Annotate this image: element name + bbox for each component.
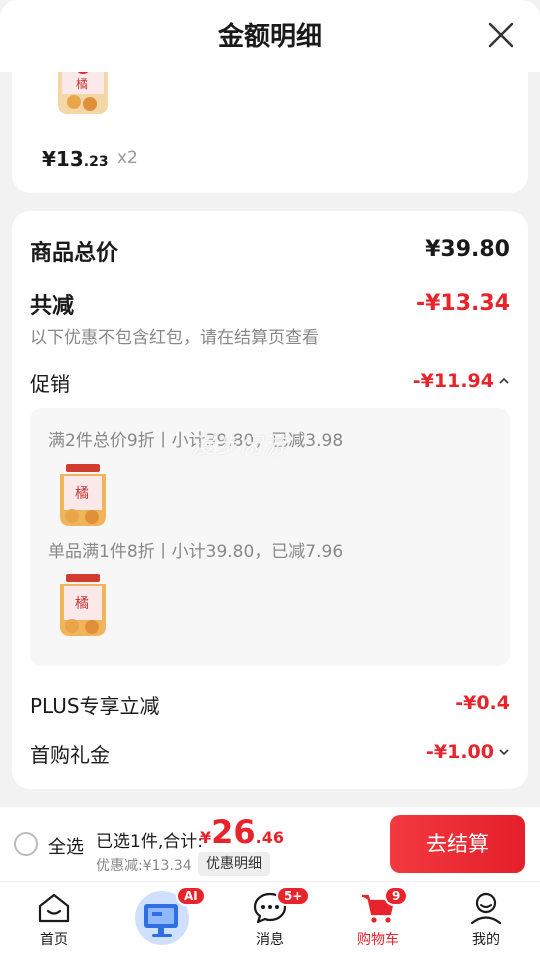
profile-icon (470, 892, 502, 925)
promo-product-thumbnail-2[interactable]: 橘 (52, 572, 114, 638)
svg-text:橘: 橘 (75, 596, 89, 612)
total-yen: ¥ (200, 828, 212, 847)
chevron-up-icon (499, 377, 509, 384)
selected-info: 已选1件,合计: (96, 832, 203, 852)
total-int: 26 (211, 813, 256, 851)
promo-toggle[interactable]: -¥11.94 (413, 370, 510, 392)
gift-toggle[interactable]: -¥1.00 (426, 741, 510, 763)
close-icon[interactable] (486, 20, 516, 50)
tab-cart-label: 购物车 (357, 932, 399, 948)
tab-messages-label: 消息 (256, 932, 284, 948)
home-icon (38, 893, 70, 923)
promo-value: -¥11.94 (412, 370, 494, 392)
header: 金额明细 (0, 0, 540, 72)
promo-product-thumbnail-1[interactable]: 橘 (52, 462, 114, 528)
checkout-bar: 全选 已选1件,合计: ¥26.46 优惠减:¥13.34 优惠明细 去结算 (0, 807, 540, 881)
amount-summary-card: 商品总价 ¥39.80 共减 -¥13.34 以下优惠不包含红包，请在结算页查看… (12, 211, 528, 789)
ai-badge: AI (176, 886, 206, 906)
tab-messages[interactable]: 5+ 消息 (230, 882, 311, 957)
discount-detail-button[interactable]: 优惠明细 (198, 852, 270, 876)
messages-badge: 5+ (276, 886, 311, 906)
tab-profile-label: 我的 (472, 932, 500, 948)
product-quantity: x2 (117, 148, 138, 168)
bottom-tab-bar: 首页 AI 5+ 消息 9 购物车 我的 (0, 881, 540, 957)
tab-ai[interactable]: AI (122, 882, 206, 957)
reduction-note: 以下优惠不包含红包，请在结算页查看 (30, 328, 319, 348)
plus-value: -¥0.4 (455, 692, 510, 714)
svg-text:橘: 橘 (75, 486, 89, 502)
page-title: 金额明细 (217, 22, 322, 52)
product-card: 橘 ¥13.23 x2 (12, 72, 528, 193)
svg-text:橘: 橘 (76, 76, 88, 91)
total-price-label: 商品总价 (30, 241, 119, 266)
checkout-total: ¥26.46 (200, 813, 284, 851)
first-purchase-gift-value: -¥1.00 (426, 741, 494, 763)
tab-profile[interactable]: 我的 (446, 882, 526, 957)
tab-home-label: 首页 (40, 932, 68, 948)
total-reduction-value: -¥13.34 (415, 291, 510, 316)
price-dec: .23 (83, 154, 109, 170)
first-purchase-gift-label: 首购礼金 (30, 743, 110, 767)
watermark: 漫步闲游 (192, 434, 289, 459)
tab-home[interactable]: 首页 (14, 882, 94, 957)
plus-label: PLUS专享立减 (30, 694, 160, 718)
promo-label: 促销 (30, 372, 70, 396)
cart-badge: 9 (384, 886, 409, 906)
total-dec: .46 (255, 828, 285, 847)
product-price: ¥13.23 (42, 147, 109, 171)
price-int: 13 (55, 147, 84, 171)
chevron-down-icon (499, 749, 509, 756)
product-thumbnail[interactable]: 橘 (54, 72, 112, 116)
price-symbol: ¥ (42, 147, 56, 171)
select-all-label[interactable]: 全选 (48, 833, 84, 859)
tab-cart[interactable]: 9 购物车 (338, 882, 418, 957)
promo-line-2: 单品满1件8折丨小计39.80，已减7.96 (48, 542, 344, 562)
checkout-button[interactable]: 去结算 (390, 815, 525, 873)
select-all-radio[interactable] (14, 832, 38, 856)
total-price-value: ¥39.80 (425, 237, 510, 262)
discount-text: 优惠减:¥13.34 (96, 858, 192, 874)
total-reduction-label: 共减 (30, 294, 75, 319)
